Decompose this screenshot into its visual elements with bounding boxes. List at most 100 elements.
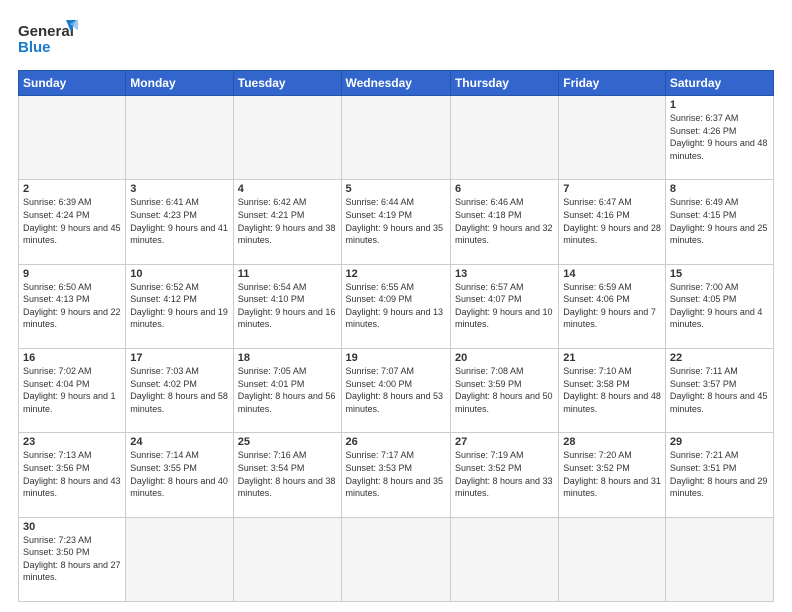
calendar-cell: 1Sunrise: 6:37 AMSunset: 4:26 PMDaylight…	[665, 96, 773, 180]
day-number: 17	[130, 352, 228, 364]
day-number: 20	[455, 352, 554, 364]
calendar-cell: 19Sunrise: 7:07 AMSunset: 4:00 PMDayligh…	[341, 348, 450, 432]
calendar-cell: 17Sunrise: 7:03 AMSunset: 4:02 PMDayligh…	[126, 348, 233, 432]
day-info: Sunrise: 6:57 AMSunset: 4:07 PMDaylight:…	[455, 281, 554, 331]
calendar-cell: 14Sunrise: 6:59 AMSunset: 4:06 PMDayligh…	[559, 264, 666, 348]
calendar-cell	[233, 96, 341, 180]
day-number: 4	[238, 183, 337, 195]
day-number: 25	[238, 436, 337, 448]
calendar-cell	[126, 96, 233, 180]
calendar-week-row: 23Sunrise: 7:13 AMSunset: 3:56 PMDayligh…	[19, 433, 774, 517]
calendar-cell: 8Sunrise: 6:49 AMSunset: 4:15 PMDaylight…	[665, 180, 773, 264]
calendar-cell: 12Sunrise: 6:55 AMSunset: 4:09 PMDayligh…	[341, 264, 450, 348]
day-number: 8	[670, 183, 769, 195]
calendar-week-row: 9Sunrise: 6:50 AMSunset: 4:13 PMDaylight…	[19, 264, 774, 348]
calendar-cell: 2Sunrise: 6:39 AMSunset: 4:24 PMDaylight…	[19, 180, 126, 264]
day-number: 29	[670, 436, 769, 448]
day-info: Sunrise: 6:44 AMSunset: 4:19 PMDaylight:…	[346, 196, 446, 246]
calendar-cell: 13Sunrise: 6:57 AMSunset: 4:07 PMDayligh…	[450, 264, 558, 348]
day-info: Sunrise: 7:20 AMSunset: 3:52 PMDaylight:…	[563, 449, 661, 499]
day-number: 16	[23, 352, 121, 364]
calendar-week-row: 2Sunrise: 6:39 AMSunset: 4:24 PMDaylight…	[19, 180, 774, 264]
day-info: Sunrise: 6:37 AMSunset: 4:26 PMDaylight:…	[670, 112, 769, 162]
calendar-table: SundayMondayTuesdayWednesdayThursdayFrid…	[18, 70, 774, 602]
day-info: Sunrise: 6:59 AMSunset: 4:06 PMDaylight:…	[563, 281, 661, 331]
day-number: 2	[23, 183, 121, 195]
calendar-cell	[341, 96, 450, 180]
day-info: Sunrise: 6:55 AMSunset: 4:09 PMDaylight:…	[346, 281, 446, 331]
calendar-cell: 22Sunrise: 7:11 AMSunset: 3:57 PMDayligh…	[665, 348, 773, 432]
day-info: Sunrise: 7:05 AMSunset: 4:01 PMDaylight:…	[238, 365, 337, 415]
day-info: Sunrise: 6:42 AMSunset: 4:21 PMDaylight:…	[238, 196, 337, 246]
calendar-cell: 9Sunrise: 6:50 AMSunset: 4:13 PMDaylight…	[19, 264, 126, 348]
day-number: 9	[23, 268, 121, 280]
day-info: Sunrise: 6:41 AMSunset: 4:23 PMDaylight:…	[130, 196, 228, 246]
calendar-week-row: 16Sunrise: 7:02 AMSunset: 4:04 PMDayligh…	[19, 348, 774, 432]
svg-text:Blue: Blue	[18, 39, 51, 56]
day-number: 15	[670, 268, 769, 280]
svg-text:General: General	[18, 23, 74, 40]
calendar-cell	[450, 96, 558, 180]
day-number: 10	[130, 268, 228, 280]
calendar-cell: 10Sunrise: 6:52 AMSunset: 4:12 PMDayligh…	[126, 264, 233, 348]
day-number: 6	[455, 183, 554, 195]
calendar-cell: 27Sunrise: 7:19 AMSunset: 3:52 PMDayligh…	[450, 433, 558, 517]
calendar-cell: 20Sunrise: 7:08 AMSunset: 3:59 PMDayligh…	[450, 348, 558, 432]
day-number: 5	[346, 183, 446, 195]
calendar-cell	[559, 96, 666, 180]
page: General Blue SundayMondayTuesdayWednesda…	[0, 0, 792, 612]
calendar-week-row: 30Sunrise: 7:23 AMSunset: 3:50 PMDayligh…	[19, 517, 774, 601]
calendar-cell: 28Sunrise: 7:20 AMSunset: 3:52 PMDayligh…	[559, 433, 666, 517]
day-info: Sunrise: 6:54 AMSunset: 4:10 PMDaylight:…	[238, 281, 337, 331]
weekday-header-friday: Friday	[559, 71, 666, 96]
day-number: 21	[563, 352, 661, 364]
day-info: Sunrise: 7:17 AMSunset: 3:53 PMDaylight:…	[346, 449, 446, 499]
day-number: 3	[130, 183, 228, 195]
calendar-cell	[341, 517, 450, 601]
calendar-cell	[19, 96, 126, 180]
calendar-cell: 16Sunrise: 7:02 AMSunset: 4:04 PMDayligh…	[19, 348, 126, 432]
calendar-cell: 15Sunrise: 7:00 AMSunset: 4:05 PMDayligh…	[665, 264, 773, 348]
calendar-cell: 21Sunrise: 7:10 AMSunset: 3:58 PMDayligh…	[559, 348, 666, 432]
day-info: Sunrise: 7:00 AMSunset: 4:05 PMDaylight:…	[670, 281, 769, 331]
day-info: Sunrise: 7:13 AMSunset: 3:56 PMDaylight:…	[23, 449, 121, 499]
calendar-cell: 6Sunrise: 6:46 AMSunset: 4:18 PMDaylight…	[450, 180, 558, 264]
day-info: Sunrise: 7:14 AMSunset: 3:55 PMDaylight:…	[130, 449, 228, 499]
weekday-header-sunday: Sunday	[19, 71, 126, 96]
day-number: 7	[563, 183, 661, 195]
day-number: 30	[23, 521, 121, 533]
calendar-cell: 3Sunrise: 6:41 AMSunset: 4:23 PMDaylight…	[126, 180, 233, 264]
day-number: 13	[455, 268, 554, 280]
calendar-cell: 26Sunrise: 7:17 AMSunset: 3:53 PMDayligh…	[341, 433, 450, 517]
day-info: Sunrise: 6:46 AMSunset: 4:18 PMDaylight:…	[455, 196, 554, 246]
weekday-header-row: SundayMondayTuesdayWednesdayThursdayFrid…	[19, 71, 774, 96]
calendar-cell	[559, 517, 666, 601]
weekday-header-monday: Monday	[126, 71, 233, 96]
generalblue-logo-icon: General Blue	[18, 18, 78, 62]
day-number: 22	[670, 352, 769, 364]
day-number: 23	[23, 436, 121, 448]
day-info: Sunrise: 7:19 AMSunset: 3:52 PMDaylight:…	[455, 449, 554, 499]
day-number: 11	[238, 268, 337, 280]
day-info: Sunrise: 7:08 AMSunset: 3:59 PMDaylight:…	[455, 365, 554, 415]
day-number: 28	[563, 436, 661, 448]
day-info: Sunrise: 6:39 AMSunset: 4:24 PMDaylight:…	[23, 196, 121, 246]
day-number: 14	[563, 268, 661, 280]
calendar-cell: 7Sunrise: 6:47 AMSunset: 4:16 PMDaylight…	[559, 180, 666, 264]
calendar-cell: 5Sunrise: 6:44 AMSunset: 4:19 PMDaylight…	[341, 180, 450, 264]
weekday-header-thursday: Thursday	[450, 71, 558, 96]
day-number: 26	[346, 436, 446, 448]
calendar-cell: 11Sunrise: 6:54 AMSunset: 4:10 PMDayligh…	[233, 264, 341, 348]
day-info: Sunrise: 7:10 AMSunset: 3:58 PMDaylight:…	[563, 365, 661, 415]
calendar-cell: 29Sunrise: 7:21 AMSunset: 3:51 PMDayligh…	[665, 433, 773, 517]
day-info: Sunrise: 6:50 AMSunset: 4:13 PMDaylight:…	[23, 281, 121, 331]
day-number: 12	[346, 268, 446, 280]
weekday-header-tuesday: Tuesday	[233, 71, 341, 96]
day-info: Sunrise: 7:03 AMSunset: 4:02 PMDaylight:…	[130, 365, 228, 415]
calendar-cell: 18Sunrise: 7:05 AMSunset: 4:01 PMDayligh…	[233, 348, 341, 432]
day-number: 1	[670, 99, 769, 111]
day-info: Sunrise: 7:16 AMSunset: 3:54 PMDaylight:…	[238, 449, 337, 499]
day-info: Sunrise: 6:47 AMSunset: 4:16 PMDaylight:…	[563, 196, 661, 246]
day-info: Sunrise: 7:02 AMSunset: 4:04 PMDaylight:…	[23, 365, 121, 415]
calendar-cell: 23Sunrise: 7:13 AMSunset: 3:56 PMDayligh…	[19, 433, 126, 517]
